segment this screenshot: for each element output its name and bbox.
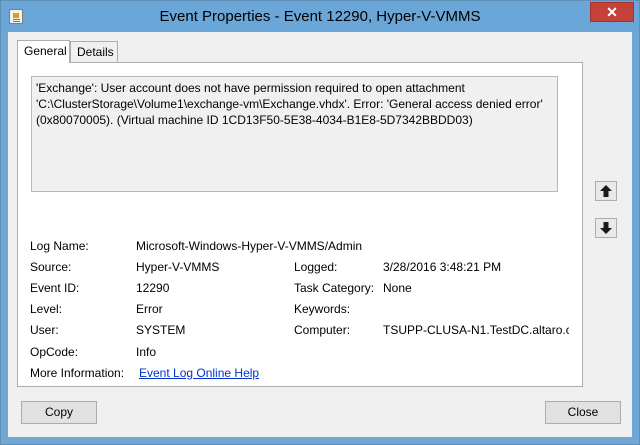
task-category-value: None	[383, 281, 412, 295]
event-log-online-help-link[interactable]: Event Log Online Help	[139, 366, 259, 380]
close-button[interactable]: Close	[545, 401, 621, 424]
event-properties-window: Event Properties - Event 12290, Hyper-V-…	[0, 0, 640, 445]
event-id-value: 12290	[136, 281, 170, 295]
more-information-label: More Information:	[30, 366, 125, 380]
computer-value: TSUPP-CLUSA-N1.TestDC.altaro.c	[383, 323, 569, 337]
arrow-down-icon	[600, 222, 612, 234]
task-category-label: Task Category:	[294, 281, 375, 295]
computer-label: Computer:	[294, 323, 351, 337]
logged-value: 3/28/2016 3:48:21 PM	[383, 260, 502, 274]
event-message-text[interactable]: 'Exchange': User account does not have p…	[31, 76, 558, 192]
window-title: Event Properties - Event 12290, Hyper-V-…	[159, 8, 481, 25]
logged-label: Logged:	[294, 260, 338, 274]
source-label: Source:	[30, 260, 72, 274]
log-name-label: Log Name:	[30, 239, 89, 253]
previous-event-button[interactable]	[595, 181, 617, 201]
close-icon: ✕	[606, 4, 618, 20]
source-value: Hyper-V-VMMS	[136, 260, 220, 274]
user-value: SYSTEM	[136, 323, 186, 337]
general-tab-panel: 'Exchange': User account does not have p…	[17, 62, 583, 387]
event-id-label: Event ID:	[30, 281, 80, 295]
log-name-value: Microsoft-Windows-Hyper-V-VMMS/Admin	[136, 239, 363, 253]
level-value: Error	[136, 302, 163, 316]
opcode-value: Info	[136, 345, 157, 359]
tab-details[interactable]: Details	[70, 41, 118, 62]
arrow-up-icon	[600, 185, 612, 197]
dialog-client-area: General Details 'Exchange': User account…	[8, 32, 632, 437]
tab-general[interactable]: General	[17, 40, 70, 63]
user-label: User:	[30, 323, 59, 337]
next-event-button[interactable]	[595, 218, 617, 238]
title-bar[interactable]: Event Properties - Event 12290, Hyper-V-…	[1, 1, 639, 32]
level-label: Level:	[30, 302, 63, 316]
opcode-label: OpCode:	[30, 345, 79, 359]
copy-button[interactable]: Copy	[21, 401, 97, 424]
window-close-button[interactable]: ✕	[590, 2, 634, 22]
keywords-label: Keywords:	[294, 302, 351, 316]
